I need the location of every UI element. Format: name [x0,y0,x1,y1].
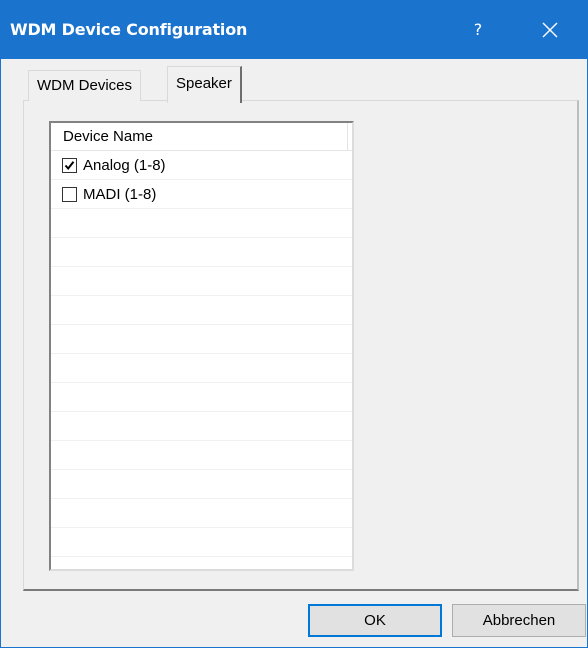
empty-row [51,325,352,354]
tab-speaker[interactable]: Speaker [167,66,242,103]
empty-row [51,238,352,267]
window-title: WDM Device Configuration [10,20,248,39]
empty-row [51,528,352,557]
device-list[interactable]: Device Name Analog (1-8) MADI (1-8) [49,121,354,571]
column-header-device-name[interactable]: Device Name [51,123,348,151]
close-icon [542,22,558,38]
checkmark-icon [64,161,75,171]
help-icon: ? [473,20,483,39]
list-rows: Analog (1-8) MADI (1-8) [51,151,352,569]
device-checkbox[interactable] [62,187,77,202]
device-name: Analog (1-8) [83,157,166,174]
ok-button[interactable]: OK [308,604,442,637]
empty-row [51,441,352,470]
device-checkbox[interactable] [62,158,77,173]
empty-row [51,412,352,441]
device-name: MADI (1-8) [83,186,157,203]
empty-row [51,557,352,569]
tab-wdm-devices[interactable]: WDM Devices [28,70,142,101]
list-item[interactable]: Analog (1-8) [51,151,352,180]
empty-row [51,354,352,383]
empty-row [51,383,352,412]
list-header: Device Name [51,123,352,151]
dialog-window: WDM Device Configuration ? WDM Devices S… [0,0,588,648]
empty-row [51,499,352,528]
close-button[interactable] [533,15,569,45]
help-button[interactable]: ? [463,15,493,45]
title-bar[interactable]: WDM Device Configuration ? [1,1,587,59]
empty-row [51,267,352,296]
empty-row [51,209,352,238]
cancel-button[interactable]: Abbrechen [452,604,586,637]
list-item[interactable]: MADI (1-8) [51,180,352,209]
empty-row [51,296,352,325]
empty-row [51,470,352,499]
